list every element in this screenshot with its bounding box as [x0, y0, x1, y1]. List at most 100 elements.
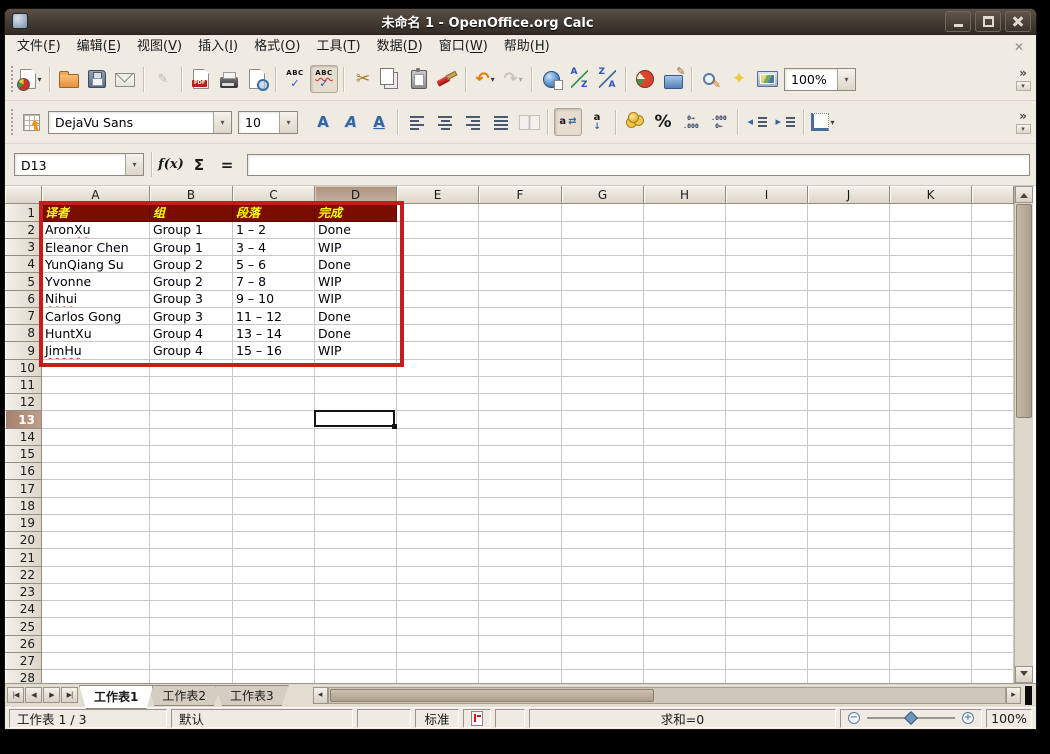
align-justify-button[interactable]: [488, 109, 514, 135]
cell-K17[interactable]: [890, 480, 972, 498]
open-button[interactable]: [56, 66, 82, 92]
cell-A7[interactable]: Carlos Gong: [42, 307, 150, 326]
cell-K13[interactable]: [890, 411, 972, 429]
row-header-26[interactable]: 26: [5, 635, 42, 653]
cell-B15[interactable]: [150, 445, 233, 464]
zoom-slider-thumb[interactable]: [903, 711, 919, 726]
cell-J5[interactable]: [808, 273, 890, 291]
cell-I17[interactable]: [726, 480, 808, 498]
row-header-24[interactable]: 24: [5, 601, 42, 619]
cell-F25[interactable]: [479, 618, 562, 636]
cell-C7[interactable]: 11 – 12: [233, 307, 315, 326]
cell-J16[interactable]: [808, 463, 890, 481]
cell-E10[interactable]: [397, 359, 479, 377]
zoom-out-button[interactable]: −: [848, 712, 860, 725]
scroll-down-button[interactable]: [1015, 665, 1033, 683]
cell-C13[interactable]: [233, 411, 315, 429]
cell-X1[interactable]: [972, 204, 1014, 222]
cell-J22[interactable]: [808, 566, 890, 584]
increase-indent-button[interactable]: [772, 109, 798, 135]
cell-C17[interactable]: [233, 480, 315, 498]
cell-D28[interactable]: [315, 670, 397, 683]
styles-formatting-button[interactable]: [18, 109, 44, 135]
status-insert-mode[interactable]: [357, 708, 411, 728]
cell-X5[interactable]: [972, 273, 1014, 291]
cell-B8[interactable]: Group 4: [150, 325, 233, 343]
toolbar-options-icon[interactable]: ▾: [1015, 80, 1031, 91]
save-button[interactable]: [84, 66, 110, 92]
cell-A24[interactable]: [42, 601, 150, 619]
cell-H2[interactable]: [644, 221, 726, 239]
cell-G4[interactable]: [562, 256, 644, 274]
copy-button[interactable]: [378, 66, 404, 92]
cell-X20[interactable]: [972, 532, 1014, 550]
cell-D22[interactable]: [315, 566, 397, 584]
cell-E21[interactable]: [397, 549, 479, 567]
font-size-combo[interactable]: 10 ▾: [238, 110, 298, 134]
grid-canvas[interactable]: 译者组段落 完成 Aron Xu Group 11 – 2 Done Eleanor Ch…: [39, 201, 1014, 683]
cell-G12[interactable]: [562, 394, 644, 412]
document-close-icon[interactable]: ✕: [1006, 40, 1032, 54]
cell-A9[interactable]: JimHu: [42, 342, 150, 360]
cell-C1[interactable]: 段落: [233, 204, 315, 222]
cell-J1[interactable]: [808, 204, 890, 222]
menu-view[interactable]: 视图(V): [129, 36, 190, 58]
cell-J18[interactable]: [808, 497, 890, 515]
cell-K3[interactable]: [890, 238, 972, 257]
row-header-7[interactable]: 7: [5, 307, 42, 326]
cell-D18[interactable]: [315, 497, 397, 515]
cell-I27[interactable]: [726, 652, 808, 671]
cell-C20[interactable]: [233, 532, 315, 550]
cell-I15[interactable]: [726, 445, 808, 464]
cell-I9[interactable]: [726, 342, 808, 360]
cell-K11[interactable]: [890, 376, 972, 395]
cell-G3[interactable]: [562, 238, 644, 257]
cell-K19[interactable]: [890, 514, 972, 533]
toolbar-options-icon[interactable]: ▾: [1015, 123, 1031, 134]
cell-E1[interactable]: [397, 204, 479, 222]
cell-A27[interactable]: [42, 652, 150, 671]
row-header-15[interactable]: 15: [5, 445, 42, 464]
cell-B26[interactable]: [150, 635, 233, 653]
cell-C11[interactable]: [233, 376, 315, 395]
cell-J23[interactable]: [808, 583, 890, 602]
cell-I21[interactable]: [726, 549, 808, 567]
next-sheet-button[interactable]: ▶: [43, 686, 60, 703]
cell-H13[interactable]: [644, 411, 726, 429]
chevron-down-icon[interactable]: ▾: [125, 154, 143, 176]
minimize-button[interactable]: [945, 10, 971, 32]
menu-edit[interactable]: 编辑(E): [69, 36, 129, 58]
cell-C24[interactable]: [233, 601, 315, 619]
cell-K23[interactable]: [890, 583, 972, 602]
titlebar[interactable]: 未命名 1 - OpenOffice.org Calc: [5, 9, 1036, 35]
cell-B7[interactable]: Group 3: [150, 307, 233, 326]
cell-B28[interactable]: [150, 670, 233, 683]
cell-C4[interactable]: 5 – 6: [233, 256, 315, 274]
row-header-14[interactable]: 14: [5, 428, 42, 446]
row-header-6[interactable]: 6: [5, 290, 42, 308]
cell-K16[interactable]: [890, 463, 972, 481]
row-header-23[interactable]: 23: [5, 583, 42, 602]
vertical-scrollbar-thumb[interactable]: [1016, 204, 1032, 419]
column-header-C[interactable]: C: [233, 186, 315, 205]
cell-J17[interactable]: [808, 480, 890, 498]
cell-G26[interactable]: [562, 635, 644, 653]
dropdown-caret-icon[interactable]: ▾: [830, 118, 834, 127]
cell-D8[interactable]: Done: [315, 325, 397, 343]
cell-I5[interactable]: [726, 273, 808, 291]
cell-J28[interactable]: [808, 670, 890, 683]
cell-K6[interactable]: [890, 290, 972, 308]
cell-A14[interactable]: [42, 428, 150, 446]
sum-icon[interactable]: Σ: [185, 154, 213, 176]
cell-H26[interactable]: [644, 635, 726, 653]
cell-J4[interactable]: [808, 256, 890, 274]
cell-D16[interactable]: [315, 463, 397, 481]
cell-A23[interactable]: [42, 583, 150, 602]
cell-D14[interactable]: [315, 428, 397, 446]
cell-C19[interactable]: [233, 514, 315, 533]
cell-F3[interactable]: [479, 238, 562, 257]
cell-G8[interactable]: [562, 325, 644, 343]
row-header-27[interactable]: 27: [5, 652, 42, 671]
cell-K7[interactable]: [890, 307, 972, 326]
cell-H27[interactable]: [644, 652, 726, 671]
